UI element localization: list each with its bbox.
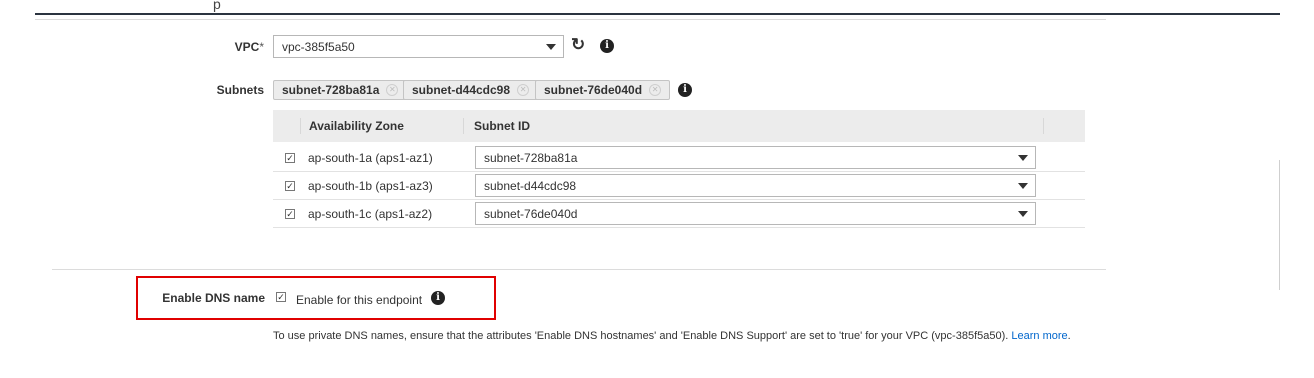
remove-token-icon[interactable]: ✕ [386,84,399,96]
header-rule [35,13,1280,15]
required-mark: * [259,40,264,54]
subnet-id-select[interactable]: subnet-728ba81a [475,146,1036,169]
dns-label: Enable DNS name [162,291,265,305]
enable-dns-checkbox-label[interactable]: Enable for this endpoint [296,293,422,307]
row-divider [273,171,1085,172]
subnet-token-label: subnet-728ba81a [282,83,380,97]
partial-title: p [213,0,221,12]
subnet-id-select-value: subnet-728ba81a [484,151,578,165]
info-icon[interactable]: i [600,39,614,53]
column-divider [1043,118,1044,134]
table-cell-az: ap-south-1c (aps1-az2) [308,207,433,221]
remove-token-icon[interactable]: ✕ [517,84,530,96]
vpc-label: VPC* [200,40,264,54]
subnet-token-label: subnet-76de040d [544,83,643,97]
section-divider-top [35,19,1106,20]
scrollbar-track[interactable] [1279,160,1280,290]
table-cell-az: ap-south-1b (aps1-az3) [308,179,433,193]
row-checkbox[interactable]: ✓ [285,181,295,191]
subnet-token: subnet-d44cdc98 ✕ [403,80,539,100]
subnets-label: Subnets [216,83,264,97]
enable-dns-checkbox[interactable]: ✓ [276,292,286,302]
refresh-icon[interactable]: ↻ [571,35,585,55]
vpc-label-text: VPC [234,40,260,54]
subnet-token: subnet-76de040d ✕ [535,80,671,100]
vpc-select-value: vpc-385f5a50 [282,40,355,54]
subnet-token: subnet-728ba81a ✕ [273,80,408,100]
chevron-down-icon [1018,183,1028,189]
remove-token-icon[interactable]: ✕ [649,84,662,96]
row-checkbox[interactable]: ✓ [285,209,295,219]
info-icon[interactable]: i [431,291,445,305]
row-divider [273,227,1085,228]
help-text-period: . [1067,330,1071,342]
column-divider [300,118,301,134]
vpc-select[interactable]: vpc-385f5a50 [273,35,564,58]
subnet-id-select[interactable]: subnet-76de040d [475,202,1036,225]
row-checkbox[interactable]: ✓ [285,153,295,163]
info-icon[interactable]: i [678,83,692,97]
dns-help-text: To use private DNS names, ensure that th… [273,327,1093,346]
subnet-id-select-value: subnet-76de040d [484,207,578,221]
chevron-down-icon [1018,155,1028,161]
subnet-token-label: subnet-d44cdc98 [412,83,511,97]
section-divider [52,269,1106,270]
column-header-az[interactable]: Availability Zone [309,119,404,133]
subnet-id-select-value: subnet-d44cdc98 [484,179,577,193]
learn-more-link[interactable]: Learn more [1011,330,1067,342]
chevron-down-icon [1018,211,1028,217]
row-divider [273,199,1085,200]
chevron-down-icon [546,44,556,50]
column-divider [463,118,464,134]
dns-help-text-body: To use private DNS names, ensure that th… [273,330,1009,342]
table-cell-az: ap-south-1a (aps1-az1) [308,151,433,165]
subnet-id-select[interactable]: subnet-d44cdc98 [475,174,1036,197]
column-header-subnet-id[interactable]: Subnet ID [474,119,530,133]
